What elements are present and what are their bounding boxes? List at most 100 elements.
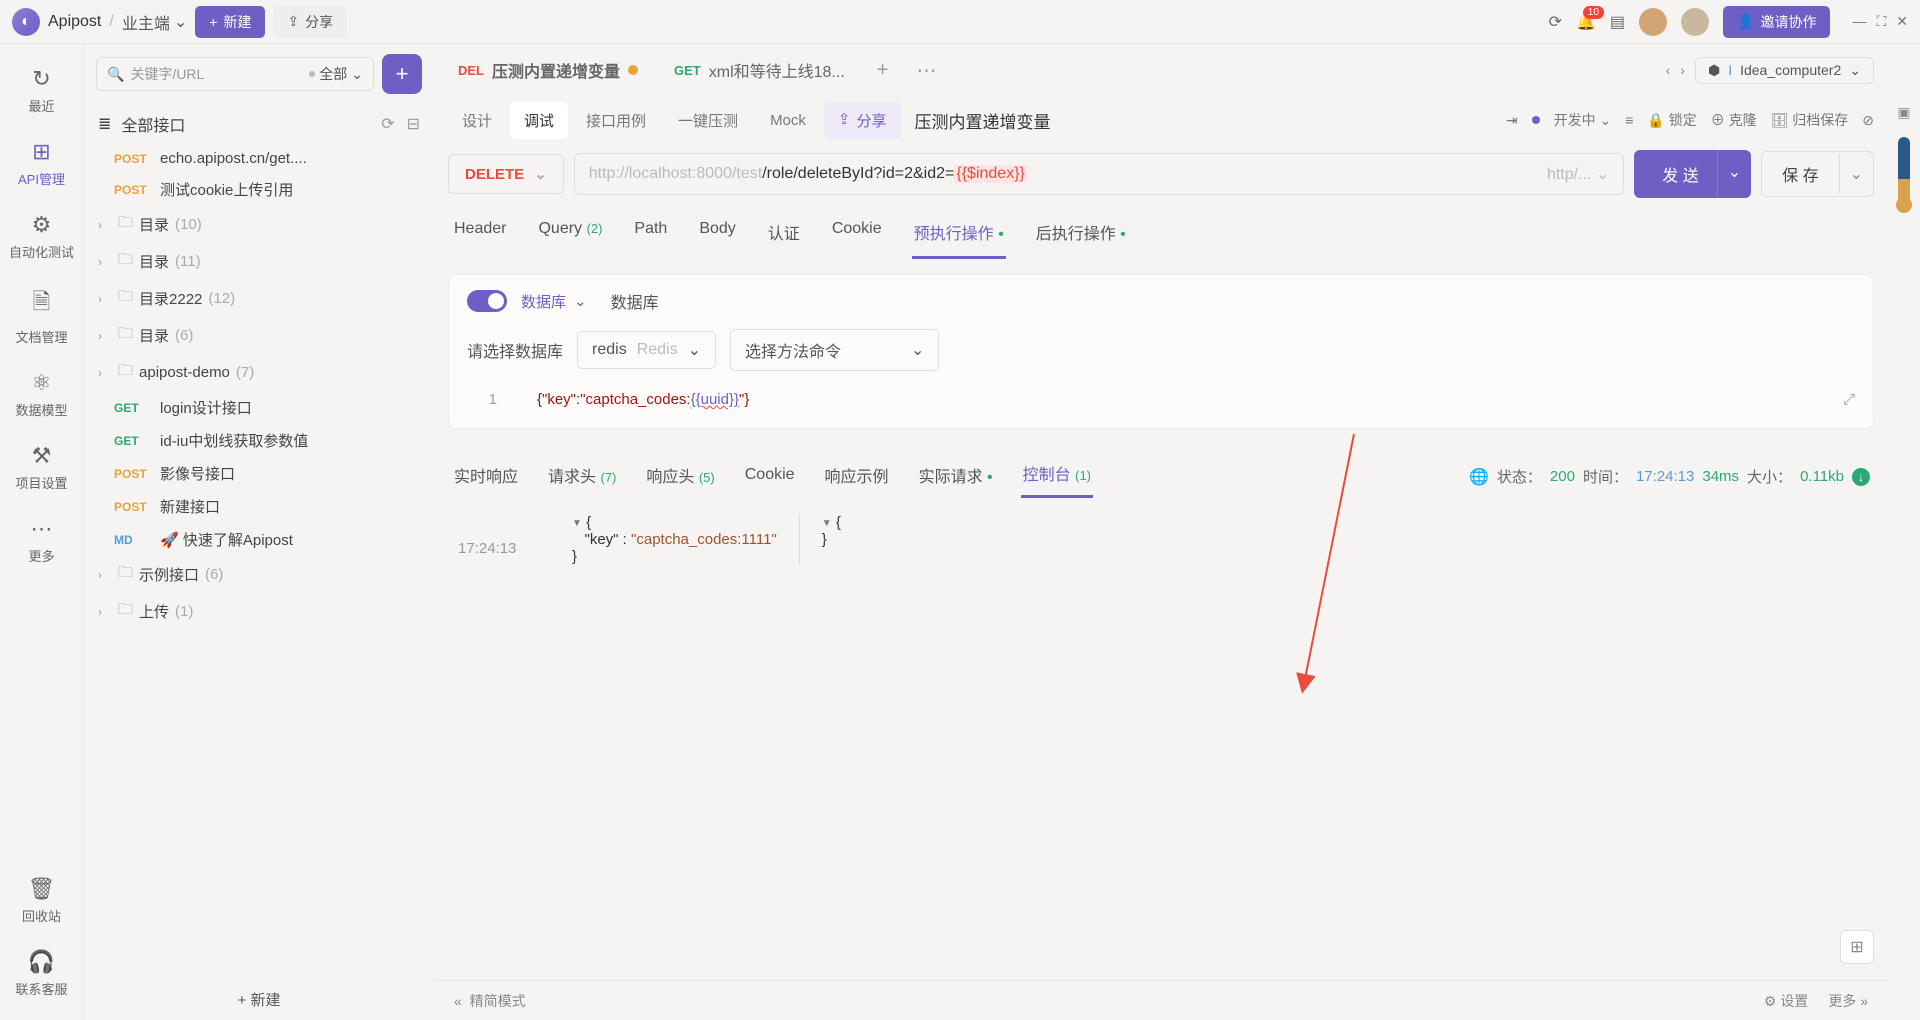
lock-action[interactable]: 🔒 锁定 xyxy=(1647,110,1696,130)
env-icon: ⬢ xyxy=(1708,62,1720,79)
tree-api[interactable]: POST测试cookie上传引用 xyxy=(84,173,434,206)
compact-mode[interactable]: 精简模式 xyxy=(470,991,526,1011)
chevron-down-icon: ⌄ xyxy=(1849,62,1861,79)
clone-action[interactable]: ⊕ 克隆 xyxy=(1711,110,1757,130)
reqtab-auth[interactable]: 认证 xyxy=(766,212,802,259)
rail-model[interactable]: ⚛数据模型 xyxy=(0,360,83,429)
rail-docs[interactable]: 🗎文档管理 xyxy=(0,275,83,356)
help-icon[interactable]: ⊘ xyxy=(1862,112,1874,129)
rail-more[interactable]: ⋯更多 xyxy=(0,506,83,575)
db-method-select[interactable]: 选择方法命令 ⌄ xyxy=(730,329,939,371)
subtab-mock[interactable]: Mock xyxy=(756,104,820,137)
add-button[interactable]: + xyxy=(382,54,422,94)
collapse-icon[interactable]: ⊟ xyxy=(407,114,420,134)
maximize-icon[interactable]: ⛶ xyxy=(1876,13,1886,30)
rail-recent[interactable]: ↻最近 xyxy=(0,56,83,125)
rail-trash[interactable]: 🗑回收站 xyxy=(0,866,83,935)
reqtab-cookie[interactable]: Cookie xyxy=(830,212,884,259)
resptab-console[interactable]: 控制台 (1) xyxy=(1021,455,1093,498)
sidebar-new-button[interactable]: + 新建 xyxy=(84,979,434,1020)
subtab-cases[interactable]: 接口用例 xyxy=(572,102,660,139)
close-icon[interactable]: ✕ xyxy=(1896,13,1908,30)
subtab-stress[interactable]: 一键压测 xyxy=(664,102,752,139)
method-selector[interactable]: DELETE ⌄ xyxy=(448,154,564,194)
rail-settings[interactable]: ⚒项目设置 xyxy=(0,433,83,502)
rail-api[interactable]: ⊞API管理 xyxy=(0,129,83,198)
resptab-resphead[interactable]: 响应头 (5) xyxy=(644,457,716,497)
tree-api[interactable]: POST影像号接口 xyxy=(84,457,434,490)
code-editor[interactable]: 1 {"key":"captcha_codes:{{uuid}}"} ⤢ xyxy=(467,385,1855,414)
reqtab-postscript[interactable]: 后执行操作 • xyxy=(1034,212,1128,259)
search-scope[interactable]: 全部 ⌄ xyxy=(309,64,363,84)
reqtab-path[interactable]: Path xyxy=(632,212,669,259)
tab-next-icon[interactable]: › xyxy=(1680,62,1685,78)
resptab-realtime[interactable]: 实时响应 xyxy=(452,457,520,497)
resptab-actual[interactable]: 实际请求 • xyxy=(917,457,995,497)
panel-toggle-icon[interactable]: ▣ xyxy=(1897,104,1910,121)
layout-toggle[interactable]: ⊞ xyxy=(1840,930,1874,964)
tree-folder[interactable]: ›🗀 目录 (11) xyxy=(84,243,434,280)
tab-1[interactable]: DEL 压测内置递增变量 xyxy=(442,48,654,92)
rail-support[interactable]: 🎧联系客服 xyxy=(0,939,83,1008)
avatar-2[interactable] xyxy=(1681,8,1709,36)
rail-automation[interactable]: ⚙自动化测试 xyxy=(0,202,83,271)
send-dropdown[interactable]: ⌄ xyxy=(1717,150,1751,198)
subtab-debug[interactable]: 调试 xyxy=(510,102,568,139)
archive-action[interactable]: 🗄 归档保存 xyxy=(1771,110,1849,130)
expand-icon[interactable]: ⤢ xyxy=(1843,391,1855,408)
tree-folder[interactable]: ›🗀 目录 (6) xyxy=(84,317,434,354)
action-icon[interactable]: ⇥ xyxy=(1506,112,1518,129)
tab-menu[interactable]: ⋯ xyxy=(904,58,948,83)
download-icon[interactable]: ↓ xyxy=(1852,468,1870,486)
save-dropdown[interactable]: ⌄ xyxy=(1839,154,1873,194)
tree-folder[interactable]: ›🗀 示例接口 (6) xyxy=(84,556,434,593)
user-plus-icon: 👤 xyxy=(1737,13,1754,30)
tree-api[interactable]: POSTecho.apipost.cn/get.... xyxy=(84,144,434,173)
db-toggle[interactable] xyxy=(467,290,507,312)
share-button[interactable]: ⇪ 分享 xyxy=(273,6,347,38)
reqtab-prescript[interactable]: 预执行操作 • xyxy=(912,212,1006,259)
tree-api[interactable]: POST新建接口 xyxy=(84,490,434,523)
tab-add[interactable]: + xyxy=(865,59,901,82)
invite-button[interactable]: 👤 邀请协作 xyxy=(1723,6,1830,38)
tab-prev-icon[interactable]: ‹ xyxy=(1666,62,1671,78)
notification-icon[interactable]: 🔔10 xyxy=(1576,12,1596,32)
protocol-selector[interactable]: http/... ⌄ xyxy=(1547,164,1609,184)
panel-icon[interactable]: ▤ xyxy=(1610,12,1625,32)
db-instance-select[interactable]: redis Redis ⌄ xyxy=(577,331,716,369)
footer-settings[interactable]: ⚙ 设置 xyxy=(1764,991,1808,1011)
minimize-icon[interactable]: — xyxy=(1852,13,1866,30)
sync-icon[interactable]: ⟳ xyxy=(1549,12,1562,32)
list-icon: ≣ xyxy=(98,114,111,134)
subtab-design[interactable]: 设计 xyxy=(448,102,506,139)
resptab-cookie[interactable]: Cookie xyxy=(743,460,797,494)
workspace-selector[interactable]: 业主端 ⌄ xyxy=(122,10,187,34)
db-type-select[interactable]: 数据库 ⌄ xyxy=(521,291,587,312)
env-selector[interactable]: ⬢ I Idea_computer2 ⌄ xyxy=(1695,57,1874,84)
reqtab-body[interactable]: Body xyxy=(697,212,737,259)
chevron-left-icon[interactable]: « xyxy=(454,993,462,1009)
filter-icon[interactable]: ≡ xyxy=(1625,112,1633,128)
tree-folder[interactable]: ›🗀 目录 (10) xyxy=(84,206,434,243)
url-input[interactable]: http://localhost:8000/test /role/deleteB… xyxy=(574,153,1625,195)
subtab-share[interactable]: ⇪分享 xyxy=(824,102,901,139)
send-button[interactable]: 发 送 xyxy=(1634,150,1726,198)
footer-more[interactable]: 更多 » xyxy=(1828,991,1868,1011)
avatar-1[interactable] xyxy=(1639,8,1667,36)
search-input[interactable]: 🔍 关键字/URL 全部 ⌄ xyxy=(96,57,374,91)
save-button[interactable]: 保 存 xyxy=(1762,152,1838,196)
tree-api[interactable]: GETid-iu中划线获取参数值 xyxy=(84,424,434,457)
tree-api[interactable]: MD🚀 快速了解Apipost xyxy=(84,523,434,556)
resptab-example[interactable]: 响应示例 xyxy=(823,457,891,497)
reqtab-header[interactable]: Header xyxy=(452,212,508,259)
tree-folder[interactable]: ›🗀 apipost-demo (7) xyxy=(84,354,434,391)
tree-api[interactable]: GETlogin设计接口 xyxy=(84,391,434,424)
reqtab-query[interactable]: Query (2) xyxy=(536,212,604,259)
new-button[interactable]: + 新建 xyxy=(195,6,265,38)
tree-folder[interactable]: ›🗀 上传 (1) xyxy=(84,593,434,630)
refresh-icon[interactable]: ⟳ xyxy=(381,114,394,134)
tree-folder[interactable]: ›🗀 目录2222 (12) xyxy=(84,280,434,317)
resptab-reqhead[interactable]: 请求头 (7) xyxy=(546,457,618,497)
tab-2[interactable]: GET xml和等待上线18... xyxy=(658,48,861,92)
dev-status[interactable]: 开发中 ⌄ xyxy=(1554,110,1612,130)
